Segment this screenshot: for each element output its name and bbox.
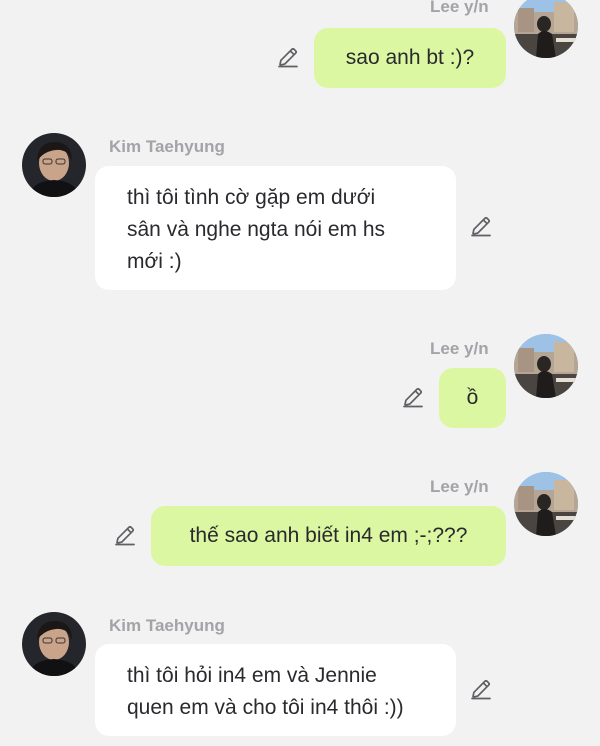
message-line: quen em và cho tôi in4 thôi :)) xyxy=(127,696,404,719)
message-line: sân và nghe ngta nói em hs xyxy=(127,218,386,241)
sender-name: Kim Taehyung xyxy=(109,137,225,156)
avatar[interactable] xyxy=(514,334,578,398)
message-line: thì tôi tình cờ gặp em dưới xyxy=(127,186,376,209)
incoming-message-bubble[interactable]: thì tôi hỏi in4 em và Jennie quen em và … xyxy=(95,644,456,736)
avatar-lee-icon xyxy=(514,472,578,536)
pencil-icon xyxy=(115,525,135,546)
edit-icon[interactable] xyxy=(401,385,425,409)
avatar[interactable] xyxy=(22,612,86,676)
avatar-lee-icon xyxy=(514,0,578,58)
edit-icon[interactable] xyxy=(469,677,493,701)
message-text: ồ xyxy=(466,386,479,409)
message-text: thế sao anh biết in4 em ;-;??? xyxy=(189,524,468,547)
outgoing-message-bubble[interactable]: sao anh bt :)? xyxy=(314,28,506,88)
pencil-icon xyxy=(403,387,423,408)
outgoing-message-bubble[interactable]: thế sao anh biết in4 em ;-;??? xyxy=(151,506,506,566)
avatar[interactable] xyxy=(514,0,578,58)
message-line: mới :) xyxy=(127,250,182,273)
avatar-kim-icon xyxy=(22,612,86,676)
avatar[interactable] xyxy=(22,133,86,197)
pencil-icon xyxy=(471,679,491,700)
edit-icon[interactable] xyxy=(113,523,137,547)
incoming-message-bubble[interactable]: thì tôi tình cờ gặp em dưới sân và nghe … xyxy=(95,166,456,290)
outgoing-message-bubble[interactable]: ồ xyxy=(439,368,506,428)
edit-icon[interactable] xyxy=(276,45,300,69)
sender-name: Lee y/n xyxy=(430,0,489,16)
message-line: thì tôi hỏi in4 em và Jennie xyxy=(127,664,377,687)
edit-icon[interactable] xyxy=(469,214,493,238)
sender-name: Kim Taehyung xyxy=(109,616,225,635)
message-text: sao anh bt :)? xyxy=(345,46,475,69)
pencil-icon xyxy=(471,216,491,237)
avatar-kim-icon xyxy=(22,133,86,197)
avatar-lee-icon xyxy=(514,334,578,398)
avatar[interactable] xyxy=(514,472,578,536)
pencil-icon xyxy=(278,47,298,68)
sender-name: Lee y/n xyxy=(430,339,489,358)
chat-thread: Lee y/n sao anh bt :)? Kim Taehyung thì … xyxy=(0,0,600,746)
sender-name: Lee y/n xyxy=(430,477,489,496)
